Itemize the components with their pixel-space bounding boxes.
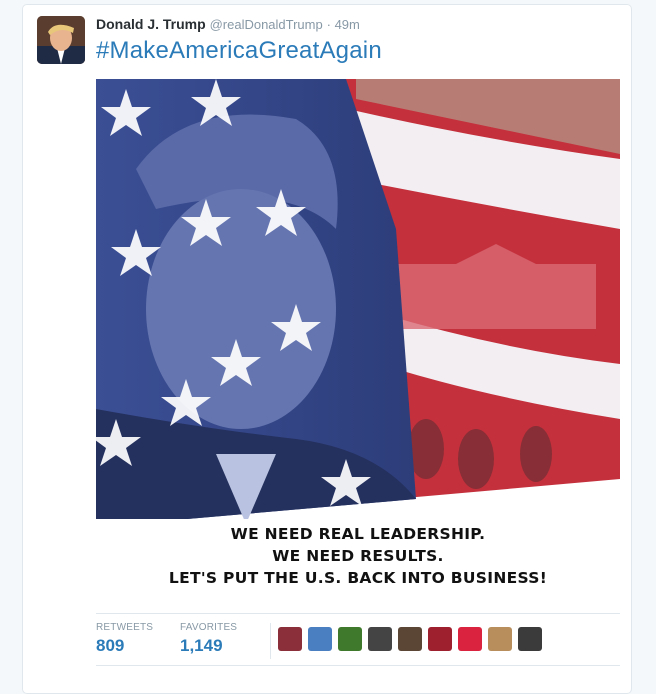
user-avatar-4[interactable] [368,627,392,651]
user-avatar-9[interactable] [518,627,542,651]
user-avatar-8[interactable] [488,627,512,651]
tweet-media-image[interactable]: WE NEED REAL LEADERSHIP. WE NEED RESULTS… [96,79,620,601]
user-avatar-6[interactable] [428,627,452,651]
stats-top-divider [96,613,620,614]
favoriter-avatars [278,627,542,651]
author-name[interactable]: Donald J. Trump [96,16,206,32]
stats-bottom-divider [96,665,620,666]
tweet-header: Donald J. Trump @realDonaldTrump · 49m [96,16,360,32]
stats-separator [270,623,271,659]
tweet-hashtag[interactable]: #MakeAmericaGreatAgain [96,37,382,65]
flag-portrait-graphic [96,79,620,527]
retweets-stat[interactable]: RETWEETS 809 [96,622,153,656]
retweets-label: RETWEETS [96,622,154,633]
image-caption: WE NEED REAL LEADERSHIP. WE NEED RESULTS… [96,523,620,589]
caption-line: WE NEED REAL LEADERSHIP. [230,525,486,543]
author-handle[interactable]: @realDonaldTrump [210,17,323,32]
favorites-stat[interactable]: FAVORITES 1,149 [180,622,237,656]
tweet-card: Donald J. Trump @realDonaldTrump · 49m #… [22,4,632,694]
user-avatar-2[interactable] [308,627,332,651]
favorites-count: 1,149 [180,636,223,655]
user-avatar-5[interactable] [398,627,422,651]
favorites-label: FAVORITES [180,622,238,633]
tweet-timestamp[interactable]: · 49m [327,17,360,32]
user-avatar-7[interactable] [458,627,482,651]
user-avatar-3[interactable] [338,627,362,651]
user-avatar-1[interactable] [278,627,302,651]
caption-line: LET'S PUT THE U.S. BACK INTO BUSINESS! [168,569,548,587]
retweets-count: 809 [96,636,125,655]
caption-line: WE NEED RESULTS. [272,547,444,565]
author-avatar[interactable] [37,16,85,64]
